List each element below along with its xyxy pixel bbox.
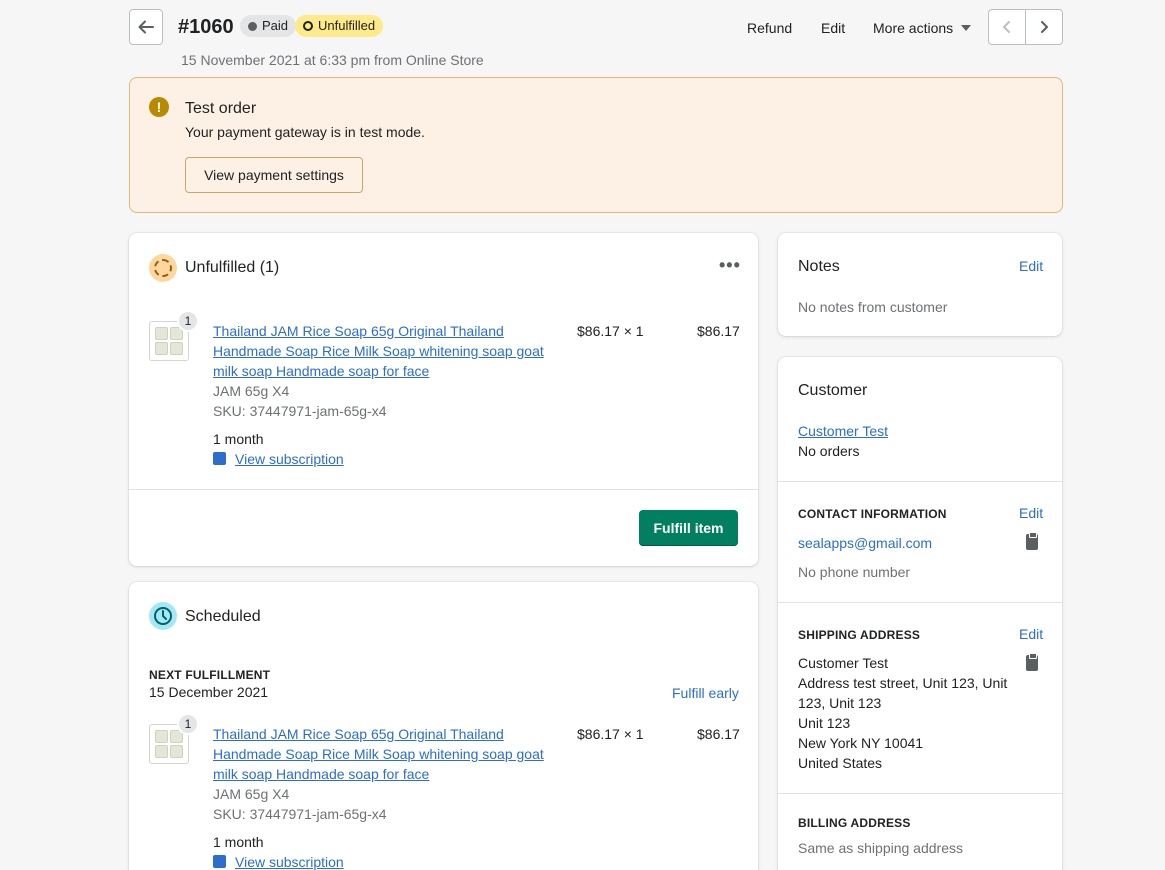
- notes-title: Notes: [798, 258, 840, 275]
- fulfill-item-button[interactable]: Fulfill item: [639, 510, 738, 546]
- address-line: Address test street, Unit 123, Unit: [798, 675, 1008, 691]
- card-divider: [778, 481, 1062, 482]
- view-subscription-link[interactable]: View subscription: [235, 449, 344, 469]
- clock-icon: [149, 602, 177, 630]
- paid-badge: Paid: [240, 15, 297, 37]
- more-actions-button[interactable]: More actions: [873, 19, 972, 37]
- price-quantity: $86.17 × 1: [577, 323, 644, 339]
- product-title-line: Thailand JAM Rice Soap 65g Original Thai…: [213, 323, 504, 339]
- card-divider: [778, 793, 1062, 794]
- billing-heading: BILLING ADDRESS: [798, 816, 911, 830]
- more-actions-label: More actions: [873, 20, 954, 36]
- fulfill-early-link[interactable]: Fulfill early: [672, 683, 739, 703]
- chevron-left-icon: [1003, 21, 1010, 33]
- address-line: 123, Unit 123: [798, 695, 882, 711]
- customer-orders: No orders: [798, 443, 860, 459]
- refund-button[interactable]: Refund: [747, 19, 792, 37]
- card-divider: [129, 489, 758, 490]
- product-title-line: Handmade Soap Rice Milk Soap whitening s…: [213, 343, 544, 359]
- next-fulfillment-date: 15 December 2021: [149, 684, 269, 700]
- back-button[interactable]: [129, 9, 163, 45]
- view-payment-settings-label: View payment settings: [204, 167, 344, 183]
- address-line: Customer Test: [798, 655, 888, 671]
- more-options-icon[interactable]: •••: [719, 255, 741, 276]
- customer-card: Customer Customer Test No orders CONTACT…: [778, 357, 1062, 870]
- chevron-right-icon: [1040, 21, 1048, 33]
- product-title-line: milk soap Handmade soap for face: [213, 766, 430, 782]
- unfulfilled-badge-label: Unfulfilled: [318, 18, 376, 33]
- unfulfilled-badge: Unfulfilled: [295, 15, 384, 37]
- notes-text: No notes from customer: [798, 299, 948, 315]
- quantity-badge: 1: [177, 310, 199, 332]
- unfulfilled-ring-icon: [303, 21, 313, 31]
- warning-icon: !: [149, 97, 169, 117]
- view-subscription-link[interactable]: View subscription: [235, 852, 344, 870]
- shipping-address: Customer Test Address test street, Unit …: [798, 653, 1018, 773]
- customer-phone: No phone number: [798, 564, 911, 580]
- product-sku: SKU: 37447971-jam-65g-x4: [213, 403, 387, 419]
- paid-badge-label: Paid: [262, 18, 289, 33]
- subscription-icon: [213, 855, 226, 868]
- previous-order-button[interactable]: [989, 10, 1026, 44]
- view-payment-settings-button[interactable]: View payment settings: [185, 157, 363, 193]
- next-order-button[interactable]: [1026, 10, 1063, 44]
- line-total: $86.17: [697, 323, 740, 339]
- fulfill-item-label: Fulfill item: [653, 520, 724, 536]
- caret-down-icon: [961, 25, 972, 31]
- address-line: Unit 123: [798, 715, 851, 731]
- arrow-left-icon: [138, 20, 154, 34]
- notes-edit-link[interactable]: Edit: [1019, 256, 1043, 276]
- product-sku: SKU: 37447971-jam-65g-x4: [213, 806, 387, 822]
- line-total: $86.17: [697, 726, 740, 742]
- paid-dot-icon: [248, 21, 257, 31]
- product-title-line: Thailand JAM Rice Soap 65g Original Thai…: [213, 726, 504, 742]
- pager: [988, 9, 1063, 45]
- unfulfilled-card: Unfulfilled (1) ••• 1 Thailand JAM Rice …: [129, 233, 758, 566]
- price-quantity: $86.17 × 1: [577, 726, 644, 742]
- banner-message: Your payment gateway is in test mode.: [185, 124, 425, 140]
- product-variant: JAM 65g X4: [213, 383, 290, 399]
- scheduled-title: Scheduled: [185, 608, 261, 625]
- address-line: United States: [798, 755, 883, 771]
- product-title-link[interactable]: Thailand JAM Rice Soap 65g Original Thai…: [213, 724, 553, 784]
- contact-edit-link[interactable]: Edit: [1019, 503, 1043, 523]
- customer-title: Customer: [798, 382, 868, 399]
- product-variant: JAM 65g X4: [213, 786, 290, 802]
- banner-title: Test order: [185, 100, 257, 117]
- copy-icon[interactable]: [1026, 532, 1038, 550]
- order-number: #1060: [178, 16, 234, 38]
- product-title-line: Handmade Soap Rice Milk Soap whitening s…: [213, 746, 544, 762]
- test-order-banner: ! Test order Your payment gateway is in …: [129, 77, 1063, 213]
- shipping-edit-link[interactable]: Edit: [1019, 624, 1043, 644]
- order-subtitle: 15 November 2021 at 6:33 pm from Online …: [181, 52, 484, 68]
- subscription-plan: 1 month: [213, 431, 264, 447]
- notes-card: Notes Edit No notes from customer: [778, 233, 1062, 336]
- product-title-link[interactable]: Thailand JAM Rice Soap 65g Original Thai…: [213, 321, 553, 381]
- unfulfilled-icon: [149, 254, 177, 282]
- unfulfilled-title: Unfulfilled (1): [185, 259, 280, 276]
- quantity-badge: 1: [177, 713, 199, 735]
- subscription-plan: 1 month: [213, 834, 264, 850]
- customer-name-link[interactable]: Customer Test: [798, 421, 888, 441]
- billing-text: Same as shipping address: [798, 840, 963, 856]
- copy-icon[interactable]: [1026, 653, 1038, 671]
- card-divider: [778, 602, 1062, 603]
- scheduled-card: Scheduled NEXT FULFILLMENT 15 December 2…: [129, 582, 758, 870]
- subscription-icon: [213, 452, 226, 465]
- shipping-heading: SHIPPING ADDRESS: [798, 628, 921, 642]
- product-title-line: milk soap Handmade soap for face: [213, 363, 430, 379]
- edit-button[interactable]: Edit: [821, 19, 845, 37]
- address-line: New York NY 10041: [798, 735, 924, 751]
- customer-email-link[interactable]: sealapps@gmail.com: [798, 533, 932, 553]
- contact-heading: CONTACT INFORMATION: [798, 507, 947, 521]
- next-fulfillment-heading: NEXT FULFILLMENT: [149, 668, 271, 682]
